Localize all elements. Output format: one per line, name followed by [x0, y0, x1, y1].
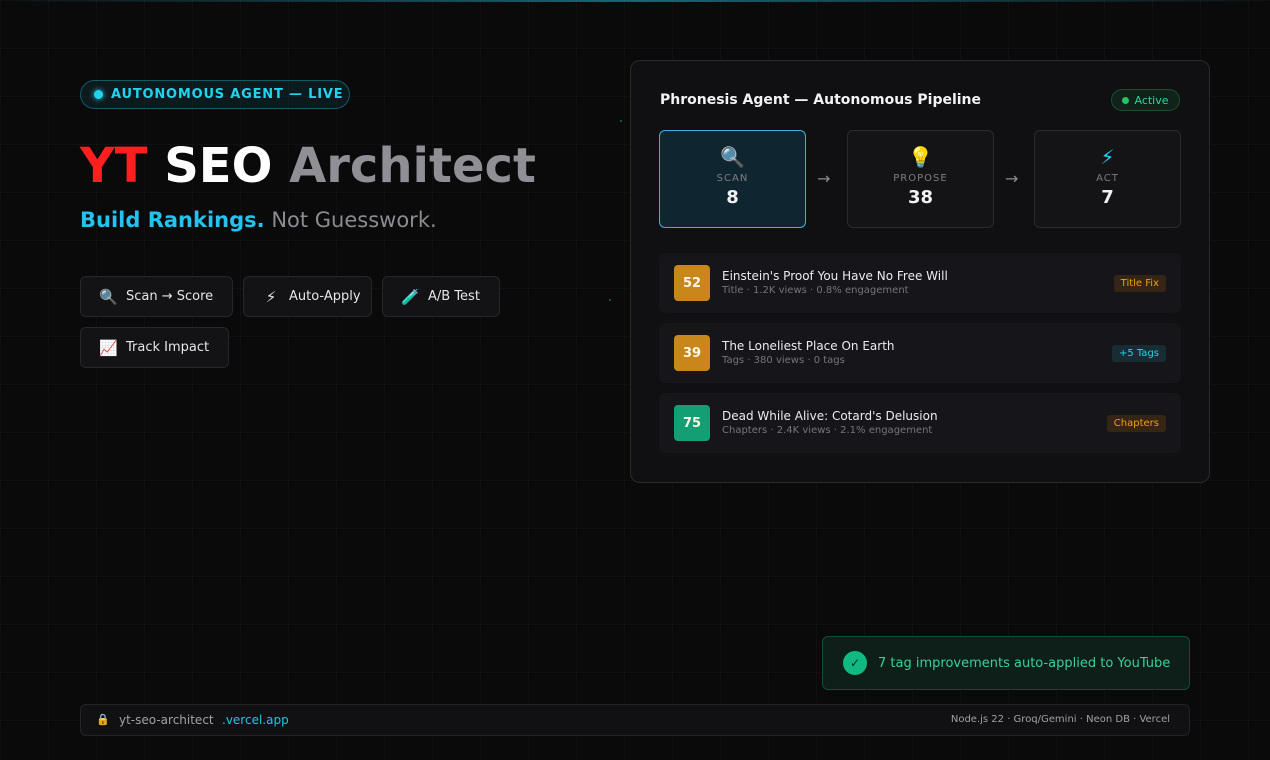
stage-propose[interactable]: 💡 PROPOSE 38 [847, 130, 994, 228]
stage-count: 38 [907, 187, 934, 208]
tagline-strong: Build Rankings. [80, 208, 265, 232]
url-domain: .vercel.app [222, 713, 289, 727]
video-title: Dead While Alive: Cotard's Delusion [722, 409, 938, 423]
stage-scan[interactable]: 🔍 SCAN 8 [659, 130, 806, 228]
arrow-right-icon: → [817, 169, 831, 188]
seo-score-badge: 39 [674, 335, 710, 371]
lightbulb-icon: 💡 [908, 145, 933, 169]
chart-up-icon: 📈 [99, 338, 118, 357]
url-subdomain: yt-seo-architect [119, 713, 214, 727]
title-architect: Architect [289, 138, 536, 194]
feature-label: A/B Test [428, 289, 480, 304]
feature-scan-score-button[interactable]: 🔍 Scan → Score [80, 276, 233, 317]
lightning-icon: ⚡ [265, 287, 277, 306]
check-icon: ✓ [843, 651, 867, 675]
video-meta: Tags · 380 views · 0 tags [722, 355, 845, 366]
live-badge-label: AUTONOMOUS AGENT — LIVE [111, 87, 344, 102]
stage-label: PROPOSE [893, 173, 948, 184]
lightning-icon: ⚡ [1100, 145, 1115, 169]
toast-message: 7 tag improvements auto-applied to YouTu… [878, 655, 1171, 671]
video-meta: Chapters · 2.4K views · 2.1% engagement [722, 425, 933, 436]
title-yt: YT [80, 138, 148, 194]
lock-icon: 🔒 [96, 713, 110, 726]
feature-track-impact-button[interactable]: 📈 Track Impact [80, 327, 229, 368]
feature-label: Track Impact [126, 340, 210, 355]
tagline-muted: Not Guesswork. [271, 208, 437, 232]
video-meta: Title · 1.2K views · 0.8% engagement [722, 285, 909, 296]
stage-count: 7 [1101, 187, 1114, 208]
status-label: Active [1134, 93, 1169, 107]
success-toast: ✓ 7 tag improvements auto-applied to You… [822, 636, 1190, 690]
test-tube-icon: 🧪 [401, 287, 420, 306]
decor-speck [620, 120, 622, 122]
status-badge: Active [1111, 89, 1180, 111]
pipeline-panel: Phronesis Agent — Autonomous Pipeline Ac… [630, 60, 1210, 483]
stage-count: 8 [726, 187, 739, 208]
search-icon: 🔍 [99, 287, 118, 306]
stage-act[interactable]: ⚡ ACT 7 [1034, 130, 1181, 228]
stage-label: SCAN [716, 173, 749, 184]
seo-score-badge: 52 [674, 265, 710, 301]
feature-label: Auto-Apply [289, 289, 361, 304]
search-icon: 🔍 [720, 145, 745, 169]
title-seo: SEO [164, 138, 273, 194]
hero-title: YT SEO Architect [80, 136, 536, 196]
action-badge: Chapters [1106, 415, 1166, 432]
video-title: The Loneliest Place On Earth [722, 339, 895, 353]
url-bar[interactable]: 🔒 yt-seo-architect .vercel.app Node.js 2… [80, 704, 1190, 736]
hero-tagline: Build Rankings. Not Guesswork. [80, 206, 437, 234]
decor-speck [609, 299, 611, 301]
status-dot-icon [1122, 96, 1130, 104]
video-row[interactable]: 39 The Loneliest Place On Earth Tags · 3… [659, 323, 1181, 383]
video-title: Einstein's Proof You Have No Free Will [722, 269, 948, 283]
feature-ab-test-button[interactable]: 🧪 A/B Test [382, 276, 500, 317]
feature-label: Scan → Score [126, 289, 214, 304]
action-badge: +5 Tags [1111, 345, 1166, 362]
action-badge: Title Fix [1113, 275, 1166, 292]
video-row[interactable]: 75 Dead While Alive: Cotard's Delusion C… [659, 393, 1181, 453]
tech-stack-label: Node.js 22 · Groq/Gemini · Neon DB · Ver… [950, 714, 1170, 725]
top-glow-line [0, 0, 1270, 2]
feature-auto-apply-button[interactable]: ⚡ Auto-Apply [243, 276, 372, 317]
video-row[interactable]: 52 Einstein's Proof You Have No Free Wil… [659, 253, 1181, 313]
live-dot-icon [94, 90, 103, 99]
seo-score-badge: 75 [674, 405, 710, 441]
panel-title: Phronesis Agent — Autonomous Pipeline [660, 92, 982, 108]
live-status-badge: AUTONOMOUS AGENT — LIVE [80, 80, 350, 109]
arrow-right-icon: → [1005, 169, 1019, 188]
stage-label: ACT [1096, 173, 1119, 184]
